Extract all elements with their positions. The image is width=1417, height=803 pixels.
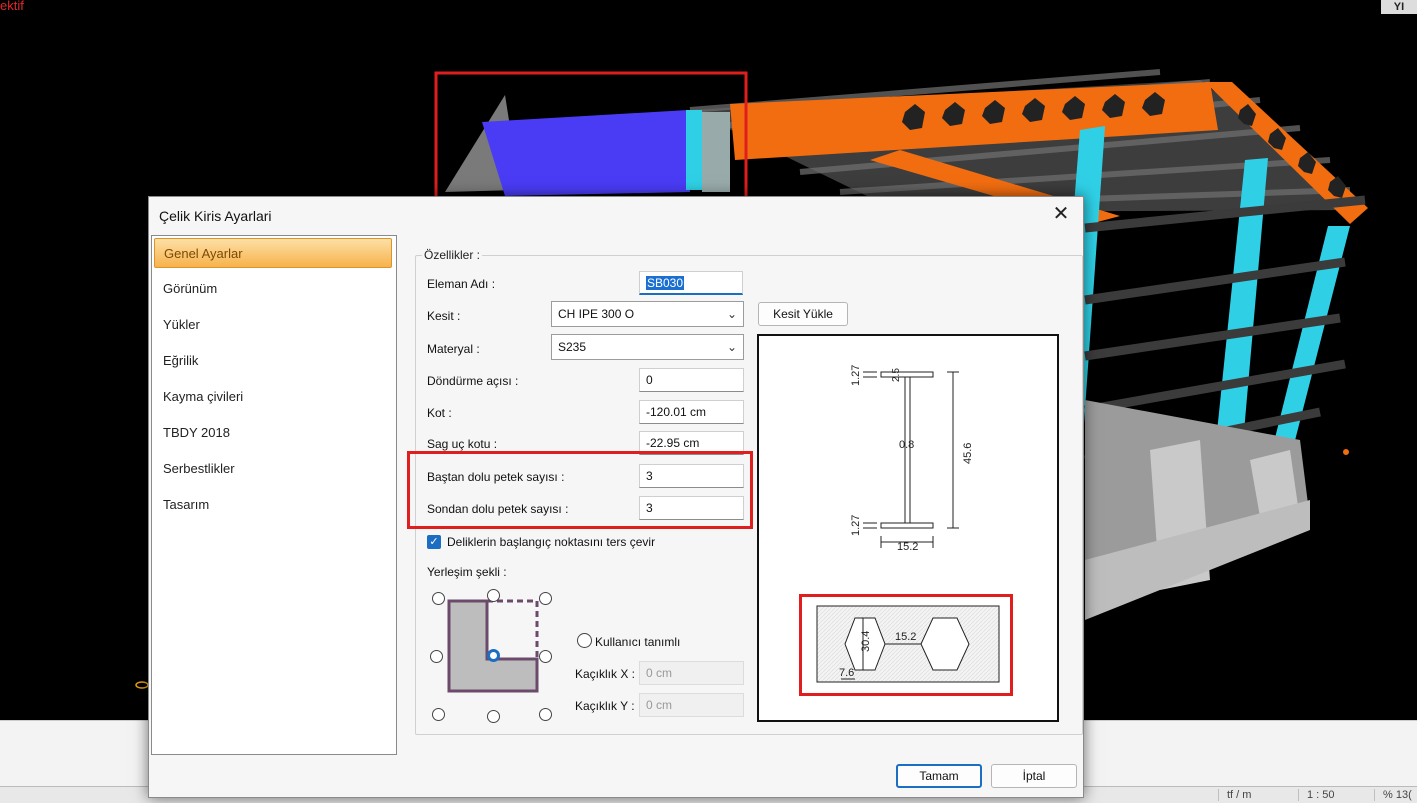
kullanici-tanimli-radio[interactable] <box>577 633 592 648</box>
kaciklik-x-label: Kaçıklık X : <box>575 667 636 681</box>
units-indicator[interactable]: tf / m <box>1218 789 1251 801</box>
kot-input[interactable]: -120.01 cm <box>639 400 744 424</box>
close-icon[interactable]: ✕ <box>1049 203 1073 227</box>
kaciklik-x-input[interactable]: 0 cm <box>639 661 744 685</box>
sondan-label: Sondan dolu petek sayısı : <box>427 502 569 516</box>
chevron-down-icon: ⌄ <box>726 307 737 321</box>
anchor-bottom-right-radio[interactable] <box>539 708 552 721</box>
nav-item-egrilik[interactable]: Eğrilik <box>154 346 392 376</box>
reverse-holes-checkbox[interactable]: ✓ <box>427 535 441 549</box>
hole-spacing-dim: 15.2 <box>895 631 916 643</box>
settings-nav: Genel Ayarlar Görünüm Yükler Eğrilik Kay… <box>151 235 397 755</box>
steel-beam-settings-dialog: Çelik Kiris Ayarlari ✕ Genel Ayarlar Gör… <box>148 196 1084 798</box>
section-drawing: 1.27 2.5 0.8 45.6 1.27 15.2 30.4 15.2 7.… <box>816 365 1000 683</box>
eleman-adi-label: Eleman Adı : <box>427 277 496 291</box>
anchor-middle-left-radio[interactable] <box>430 650 443 663</box>
anchor-bottom-left-radio[interactable] <box>432 708 445 721</box>
kesit-label: Kesit : <box>427 309 461 323</box>
sag-uc-kotu-label: Sag uç kotu : <box>427 437 498 451</box>
web-thickness-dim: 0.8 <box>899 439 914 451</box>
nav-item-tbdy-2018[interactable]: TBDY 2018 <box>154 418 392 448</box>
cancel-button[interactable]: İptal <box>991 764 1077 788</box>
dondurme-label: Döndürme açısı : <box>427 374 519 388</box>
flange-bottom-dim: 1.27 <box>850 515 862 536</box>
reverse-holes-label: Deliklerin başlangıç noktasını ters çevi… <box>447 535 656 549</box>
anchor-top-right-radio[interactable] <box>539 592 552 605</box>
nav-item-serbestlikler[interactable]: Serbestlikler <box>154 454 392 484</box>
mode-label: ektif <box>0 0 24 13</box>
kesit-select[interactable]: CH IPE 300 O ⌄ <box>551 301 744 327</box>
yerlesim-label: Yerleşim şekli : <box>427 565 507 579</box>
sondan-input[interactable]: 3 <box>639 496 744 520</box>
nav-item-kayma-civileri[interactable]: Kayma çivileri <box>154 382 392 412</box>
scale-indicator[interactable]: 1 : 50 <box>1298 789 1335 801</box>
ok-button[interactable]: Tamam <box>896 764 982 788</box>
anchor-middle-right-radio[interactable] <box>539 650 552 663</box>
chevron-down-icon: ⌄ <box>726 340 737 354</box>
anchor-top-left-radio[interactable] <box>432 592 445 605</box>
anchor-top-center-radio[interactable] <box>487 589 500 602</box>
height-dim: 45.6 <box>962 443 974 464</box>
web-radius-dim: 2.5 <box>891 368 902 382</box>
kaciklik-y-input[interactable]: 0 cm <box>639 693 744 717</box>
bastan-input[interactable]: 3 <box>639 464 744 488</box>
kullanici-tanimli-label: Kullanıcı tanımlı <box>595 635 681 649</box>
materyal-value: S235 <box>558 340 587 354</box>
group-title: Özellikler : <box>422 248 483 262</box>
flange-top-dim: 1.27 <box>850 365 862 386</box>
kesit-yukle-button[interactable]: Kesit Yükle <box>758 302 848 326</box>
general-settings-panel: Özellikler : Eleman Adı : SB030 Kesit : … <box>407 247 1083 787</box>
materyal-select[interactable]: S235 ⌄ <box>551 334 744 360</box>
eleman-adi-value: SB030 <box>646 276 685 290</box>
kot-label: Kot : <box>427 406 452 420</box>
kesit-value: CH IPE 300 O <box>558 307 635 321</box>
eleman-adi-input[interactable]: SB030 <box>639 271 743 295</box>
nav-item-gorunum[interactable]: Görünüm <box>154 274 392 304</box>
dondurme-input[interactable]: 0 <box>639 368 744 392</box>
app-logo: YI <box>1381 0 1417 14</box>
hole-edge-dim: 7.6 <box>839 667 854 679</box>
materyal-label: Materyal : <box>427 342 480 356</box>
width-dim: 15.2 <box>897 541 918 553</box>
nav-item-yukler[interactable]: Yükler <box>154 310 392 340</box>
dialog-title: Çelik Kiris Ayarlari <box>159 208 272 224</box>
nav-item-genel-ayarlar[interactable]: Genel Ayarlar <box>154 238 392 268</box>
bastan-label: Baştan dolu petek sayısı : <box>427 470 565 484</box>
nav-item-tasarim[interactable]: Tasarım <box>154 490 392 520</box>
sag-uc-kotu-input[interactable]: -22.95 cm <box>639 431 744 455</box>
anchor-bottom-center-radio[interactable] <box>487 710 500 723</box>
hole-height-dim: 30.4 <box>860 631 872 652</box>
zoom-indicator[interactable]: % 13( <box>1374 789 1412 801</box>
section-preview: 1.27 2.5 0.8 45.6 1.27 15.2 30.4 15.2 7.… <box>757 334 1059 722</box>
kaciklik-y-label: Kaçıklık Y : <box>575 699 635 713</box>
anchor-center-radio[interactable] <box>487 649 500 662</box>
